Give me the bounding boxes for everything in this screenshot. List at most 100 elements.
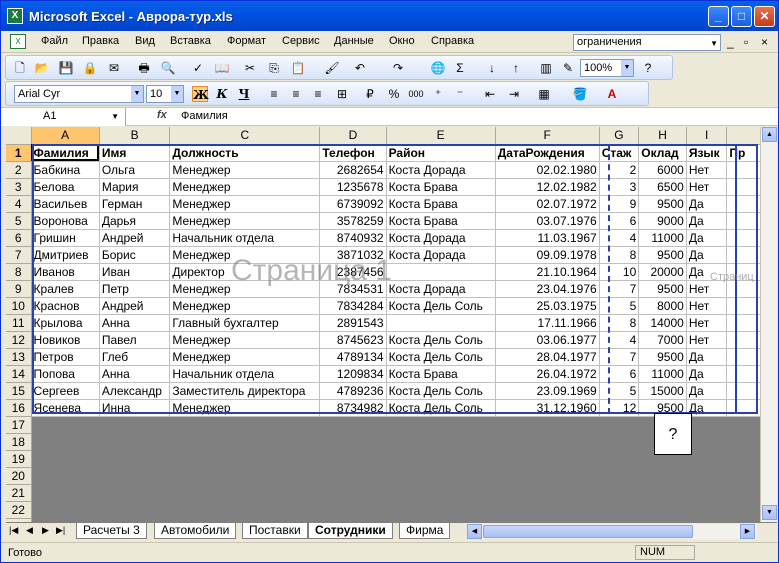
row-header[interactable]: 17 — [6, 416, 32, 434]
cell[interactable]: 5 — [599, 382, 640, 400]
align-left-icon[interactable]: ≡ — [266, 86, 282, 102]
cell[interactable]: Да — [686, 365, 728, 383]
cell[interactable]: Андрей — [99, 297, 171, 315]
row-header[interactable]: 6 — [6, 229, 32, 247]
menu-help[interactable]: Справка — [431, 35, 474, 47]
cell[interactable]: 7000 — [638, 331, 687, 349]
column-header[interactable]: B — [99, 127, 171, 145]
cell[interactable]: Менеджер — [169, 348, 321, 366]
cell[interactable]: Ольга — [99, 161, 171, 179]
cell[interactable]: Да — [686, 399, 728, 417]
cell[interactable]: Анна — [99, 314, 171, 332]
header-cell[interactable]: ДатаРождения — [495, 144, 600, 162]
cell[interactable]: Васильев — [31, 195, 100, 213]
cell[interactable]: Попова — [31, 365, 100, 383]
cell[interactable] — [599, 433, 640, 451]
cell[interactable]: 2891543 — [319, 314, 387, 332]
header-cell[interactable]: Должность — [169, 144, 321, 162]
cell[interactable]: 2 — [599, 161, 640, 179]
cell[interactable] — [31, 433, 100, 451]
cell[interactable] — [495, 484, 600, 502]
cell[interactable]: 12.02.1982 — [495, 178, 600, 196]
paste-icon[interactable]: 📋 — [290, 60, 306, 76]
cell[interactable]: Коста Дорада — [386, 229, 496, 247]
cell[interactable] — [686, 484, 728, 502]
row-header[interactable]: 8 — [6, 263, 32, 281]
cell[interactable]: Нет — [686, 314, 728, 332]
cell[interactable]: 31.12.1960 — [495, 399, 600, 417]
cell[interactable] — [319, 450, 387, 468]
row-header[interactable]: 2 — [6, 161, 32, 179]
menu-tools[interactable]: Сервис — [282, 35, 320, 47]
row-header[interactable]: 14 — [6, 365, 32, 383]
cell[interactable]: Новиков — [31, 331, 100, 349]
column-header[interactable]: A — [31, 127, 100, 145]
cell[interactable]: Коста Дорада — [386, 280, 496, 298]
cell[interactable]: 5 — [599, 297, 640, 315]
cell[interactable] — [169, 467, 321, 485]
cell[interactable]: 25.03.1975 — [495, 297, 600, 315]
cell[interactable]: 2387456 — [319, 263, 387, 281]
cell[interactable]: Павел — [99, 331, 171, 349]
font-name-select[interactable]: Arial Cyr ▼ — [14, 85, 144, 103]
new-document-icon[interactable]: 🗋 — [12, 60, 28, 76]
cell[interactable] — [599, 467, 640, 485]
cell[interactable] — [31, 484, 100, 502]
row-header[interactable]: 1 — [6, 144, 32, 162]
cell[interactable] — [638, 467, 687, 485]
cell[interactable]: Коста Дель Соль — [386, 297, 496, 315]
cell[interactable]: Да — [686, 246, 728, 264]
cell[interactable]: 02.07.1972 — [495, 195, 600, 213]
cell[interactable] — [386, 450, 496, 468]
cell[interactable]: Да — [686, 263, 728, 281]
cell[interactable]: Белова — [31, 178, 100, 196]
sheet-tab[interactable]: Поставки — [242, 523, 308, 539]
doc-close-button[interactable]: × — [761, 35, 768, 49]
cell[interactable]: 8745623 — [319, 331, 387, 349]
menu-window[interactable]: Окно — [389, 35, 415, 47]
cell[interactable] — [686, 467, 728, 485]
bold-button[interactable]: Ж — [192, 86, 209, 102]
sheet-tab-active[interactable]: Сотрудники — [308, 523, 393, 539]
header-cell[interactable]: Имя — [99, 144, 171, 162]
cell[interactable]: Борис — [99, 246, 171, 264]
cell[interactable]: 8000 — [638, 297, 687, 315]
formula-input[interactable]: Фамилия — [181, 110, 228, 122]
cell[interactable]: 9500 — [638, 246, 687, 264]
cell[interactable] — [599, 416, 640, 434]
cell[interactable] — [386, 467, 496, 485]
align-right-icon[interactable]: ≡ — [310, 86, 326, 102]
cell[interactable] — [169, 450, 321, 468]
borders-icon[interactable]: ▦ — [536, 86, 552, 102]
cell[interactable]: Начальник отдела — [169, 229, 321, 247]
cell[interactable] — [638, 501, 687, 519]
cell[interactable]: 23.04.1976 — [495, 280, 600, 298]
sort-descending-icon[interactable]: ↑ — [508, 60, 524, 76]
cell[interactable]: 8 — [599, 314, 640, 332]
cell[interactable] — [495, 416, 600, 434]
cell[interactable]: 7834284 — [319, 297, 387, 315]
last-sheet-icon[interactable]: ▶| — [56, 525, 65, 536]
cell[interactable]: Мария — [99, 178, 171, 196]
cell[interactable]: Менеджер — [169, 331, 321, 349]
cell[interactable] — [495, 433, 600, 451]
scroll-down-icon[interactable]: ▼ — [762, 505, 777, 520]
cell[interactable]: Менеджер — [169, 280, 321, 298]
cell[interactable]: Менеджер — [169, 212, 321, 230]
cell[interactable]: Сергеев — [31, 382, 100, 400]
scroll-right-icon[interactable]: ▶ — [740, 524, 755, 539]
doc-minimize-button[interactable]: _ — [727, 35, 734, 49]
scroll-up-icon[interactable]: ▲ — [762, 127, 777, 142]
cell[interactable]: 7 — [599, 348, 640, 366]
cell[interactable]: Иван — [99, 263, 171, 281]
cell[interactable]: 9500 — [638, 195, 687, 213]
cell[interactable]: Нет — [686, 178, 728, 196]
cell[interactable]: 7 — [599, 280, 640, 298]
cell[interactable]: Гришин — [31, 229, 100, 247]
cell[interactable]: Дарья — [99, 212, 171, 230]
hyperlink-icon[interactable]: 🌐 — [430, 60, 446, 76]
cell[interactable]: Менеджер — [169, 246, 321, 264]
row-header[interactable]: 11 — [6, 314, 32, 332]
close-button[interactable]: ✕ — [754, 6, 775, 27]
column-header[interactable]: G — [599, 127, 640, 145]
